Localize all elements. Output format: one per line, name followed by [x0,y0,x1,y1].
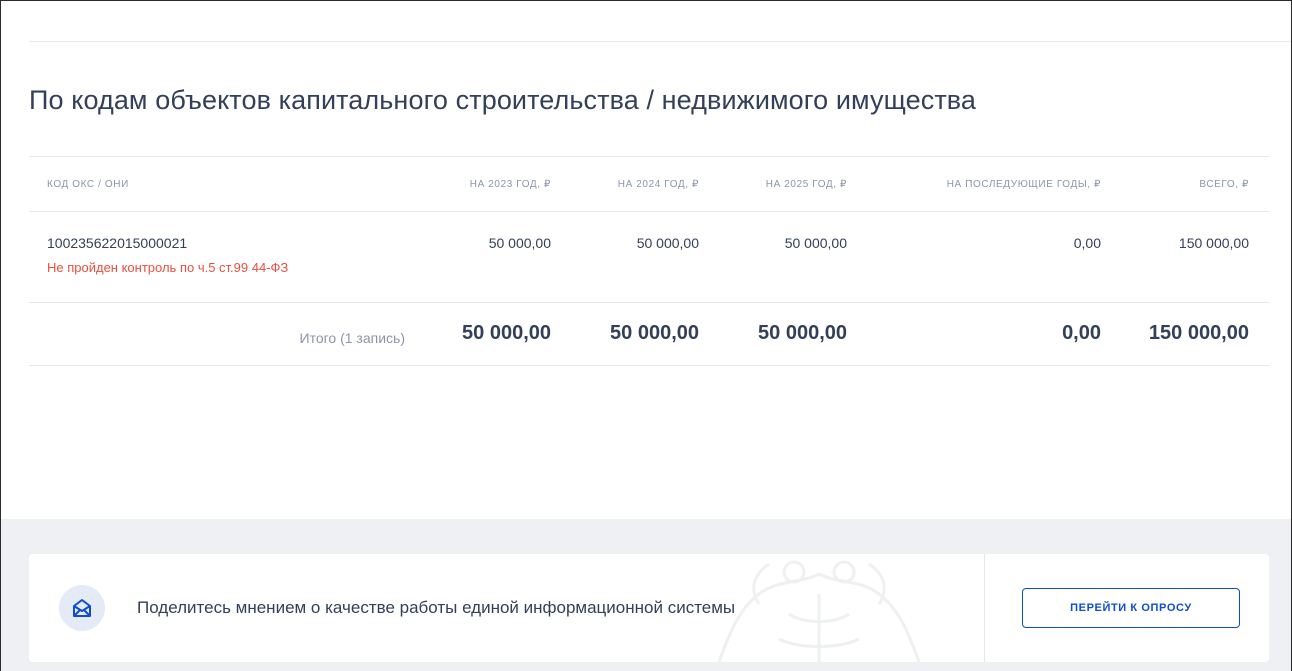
table-header-row: КОД ОКС / ОНИ НА 2023 ГОД, ₽ НА 2024 ГОД… [29,156,1269,211]
column-header-later: НА ПОСЛЕДУЮЩИЕ ГОДЫ, ₽ [946,179,1101,190]
envelope-icon [73,599,91,617]
total-later: 0,00 [1062,322,1101,344]
totals-row: Итого (1 запись) 50 000,00 50 000,00 50 … [29,302,1269,366]
go-to-survey-button[interactable]: ПЕРЕЙТИ К ОПРОСУ [1022,588,1240,628]
total-sum: 150 000,00 [1148,322,1249,344]
value-2024: 50 000,00 [636,235,699,251]
total-2024: 50 000,00 [610,322,699,344]
survey-icon-badge [59,585,105,631]
value-total: 150 000,00 [1178,235,1249,251]
section-title: По кодам объектов капитального строитель… [29,85,977,115]
survey-divider [984,554,985,662]
column-header-total: ВСЕГО, ₽ [1199,179,1249,190]
value-2025: 50 000,00 [784,235,847,251]
survey-card: Поделитесь мнением о качестве работы еди… [29,554,1269,662]
column-header-code: КОД ОКС / ОНИ [47,179,129,190]
control-error-message: Не пройден контроль по ч.5 ст.99 44-ФЗ [47,260,289,275]
total-2025: 50 000,00 [758,322,847,344]
top-divider [29,41,1291,42]
value-2023: 50 000,00 [488,235,551,251]
oks-table: КОД ОКС / ОНИ НА 2023 ГОД, ₽ НА 2024 ГОД… [29,156,1269,366]
column-header-2024: НА 2024 ГОД, ₽ [617,179,699,190]
page-frame: По кодам объектов капитального строитель… [0,0,1292,671]
total-2023: 50 000,00 [462,322,551,344]
table-row: 100235622015000021 Не пройден контроль п… [29,211,1269,302]
totals-label: Итого (1 запись) [299,330,405,346]
oks-code: 100235622015000021 [47,235,188,251]
survey-prompt: Поделитесь мнением о качестве работы еди… [137,598,736,617]
value-later: 0,00 [1073,235,1101,251]
column-header-2025: НА 2025 ГОД, ₽ [765,179,847,190]
column-header-2023: НА 2023 ГОД, ₽ [469,179,551,190]
